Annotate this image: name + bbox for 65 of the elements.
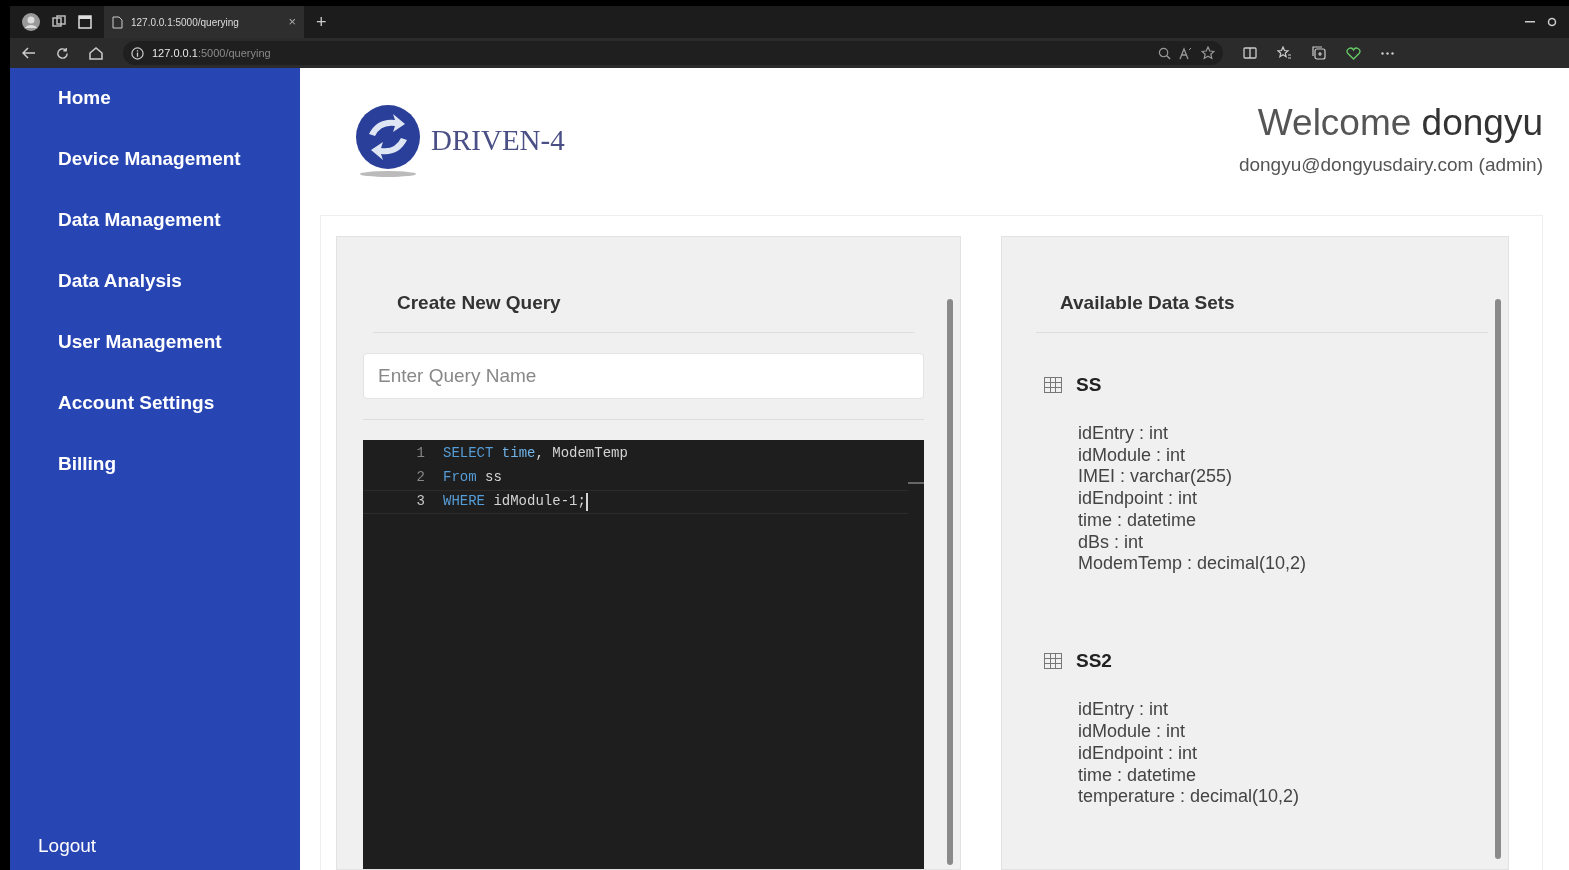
tab-actions-icon[interactable] — [78, 15, 92, 29]
query-name-field[interactable]: Enter Query Name — [363, 352, 924, 399]
code-line: WHERE idModule-1; — [442, 492, 586, 511]
read-aloud-icon[interactable] — [1179, 46, 1193, 60]
welcome-heading: Welcome dongyu — [1257, 104, 1543, 141]
code-line: From ss — [442, 468, 502, 487]
workspaces-icon[interactable] — [52, 15, 66, 29]
line-number: 3 — [415, 492, 426, 511]
collections-icon[interactable] — [1312, 46, 1326, 60]
logout-link[interactable]: Logout — [10, 831, 300, 860]
table-icon — [1044, 376, 1062, 393]
sidebar-item[interactable]: Home — [58, 84, 300, 112]
field-definition: idModule : int — [1078, 444, 1187, 467]
scrollbar-thumb[interactable] — [947, 299, 953, 865]
sidebar-item[interactable]: Data Management — [58, 206, 300, 234]
info-icon — [131, 46, 144, 60]
favorites-icon[interactable] — [1277, 46, 1292, 60]
brand-name: DRIVEN-4 — [431, 123, 565, 159]
field-definition: time : datetime — [1078, 509, 1198, 532]
table-icon — [1044, 653, 1062, 670]
browser-tab[interactable]: 127.0.0.1:5000/querying × — [104, 6, 304, 38]
sidebar-item[interactable]: Data Analysis — [58, 267, 300, 295]
more-icon[interactable] — [1381, 51, 1394, 55]
scroll-marker — [908, 481, 924, 484]
panel-title: Available Data Sets — [1060, 292, 1235, 313]
field-definition: time : datetime — [1078, 764, 1198, 787]
page-icon — [112, 15, 123, 29]
profile-icon[interactable] — [22, 13, 40, 31]
field-definition: dBs : int — [1078, 531, 1145, 554]
field-definition: ModemTemp : decimal(10,2) — [1078, 553, 1308, 575]
sidebar-item[interactable]: Billing — [58, 450, 300, 478]
field-definition: idModule : int — [1078, 721, 1187, 743]
code-editor[interactable]: 1 SELECT time, ModemTemp 2 From ss 3 WHERE idModule-1; — [363, 439, 924, 869]
field-definition: idEndpoint : int — [1078, 742, 1199, 765]
dataset-name[interactable]: SS2 — [1076, 646, 1112, 676]
field-definition: idEntry : int — [1078, 423, 1170, 445]
scrollbar-thumb[interactable] — [1495, 299, 1501, 859]
back-icon[interactable] — [22, 47, 36, 59]
sidebar-item[interactable]: Device Management — [58, 145, 300, 173]
tab-title: 127.0.0.1:5000/querying — [131, 15, 240, 30]
url-text: 127.0.0.1:5000/querying — [152, 45, 271, 61]
split-screen-icon[interactable] — [1243, 47, 1257, 59]
field-definition: idEndpoint : int — [1078, 488, 1199, 510]
sidebar-item[interactable]: Account Settings — [58, 389, 300, 417]
minimize-icon[interactable] — [1525, 21, 1535, 23]
line-number: 1 — [415, 444, 426, 463]
user-email: dongyu@dongyusdairy.com (admin) — [1238, 153, 1543, 177]
panel-title: Create New Query — [397, 292, 561, 313]
field-definition: IMEI : varchar(255) — [1078, 466, 1234, 489]
logo-icon — [355, 104, 421, 178]
zoom-icon[interactable] — [1158, 46, 1171, 60]
text-cursor — [585, 492, 588, 511]
tab-close-button[interactable]: × — [288, 12, 296, 32]
sidebar-item[interactable]: User Management — [58, 328, 300, 356]
star-icon[interactable] — [1201, 46, 1215, 60]
field-definition: temperature : decimal(10,2) — [1078, 786, 1301, 808]
home-icon[interactable] — [89, 46, 103, 60]
new-tab-button[interactable]: + — [316, 8, 327, 36]
dataset-name[interactable]: SS — [1076, 370, 1102, 399]
field-definition: idEntry : int — [1078, 699, 1170, 722]
line-number: 2 — [415, 468, 426, 487]
refresh-icon[interactable] — [56, 46, 69, 60]
code-line: SELECT time, ModemTemp — [442, 444, 628, 463]
address-bar[interactable]: 127.0.0.1:5000/querying — [123, 41, 1223, 65]
heart-icon[interactable] — [1346, 46, 1361, 60]
